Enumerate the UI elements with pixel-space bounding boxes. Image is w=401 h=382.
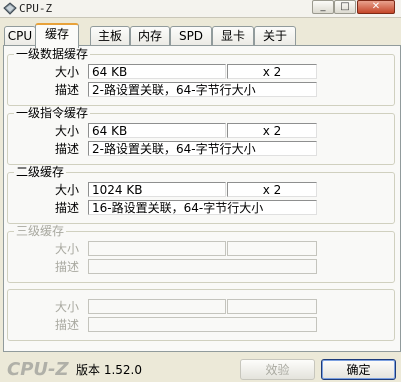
l1d-desc-field: 2-路设置关联，64-字节行大小 (88, 82, 317, 97)
l1d-size-label: 大小 (55, 65, 80, 79)
cpu-z-app-icon (3, 2, 17, 15)
extra-count-field (227, 299, 317, 314)
l2-size-field: 1024 KB (88, 182, 226, 197)
close-button[interactable]: ✕ (357, 0, 395, 14)
l1-data-cache-group (7, 54, 395, 106)
tab-graphics[interactable]: 显卡 (212, 26, 254, 46)
extra-desc-field (88, 317, 317, 332)
window-title: CPU-Z (19, 2, 53, 15)
maximize-button[interactable]: □ (334, 0, 356, 14)
extra-cache-group (7, 289, 395, 341)
l1d-size-field: 64 KB (88, 64, 226, 79)
l3-cache-group (7, 231, 395, 283)
l1d-desc-label: 描述 (55, 83, 80, 97)
l3-desc-label: 描述 (55, 260, 80, 274)
l2-cache-group (7, 172, 395, 224)
extra-size-field (88, 299, 226, 314)
ok-button[interactable]: 确定 (321, 359, 396, 380)
l1-instruction-cache-group (7, 113, 395, 165)
title-bar[interactable]: CPU-Z _ □ ✕ (0, 0, 401, 18)
cpu-z-logo: CPU-Z (7, 359, 69, 380)
l3-size-label: 大小 (55, 242, 80, 256)
l1i-size-field: 64 KB (88, 123, 226, 138)
version-label: 版本 1.52.0 (76, 363, 142, 377)
l1i-count-field: x 2 (227, 123, 317, 138)
l2-size-label: 大小 (55, 183, 80, 197)
minimize-button[interactable]: _ (312, 0, 334, 14)
tab-spd[interactable]: SPD (170, 26, 212, 46)
l1-instruction-cache-title: 一级指令缓存 (14, 106, 91, 120)
extra-desc-label: 描述 (55, 318, 80, 332)
l3-count-field (227, 241, 317, 256)
l2-desc-label: 描述 (55, 201, 80, 215)
extra-size-label: 大小 (55, 300, 80, 314)
tab-about[interactable]: 关于 (254, 26, 296, 46)
tab-cpu[interactable]: CPU (4, 26, 36, 46)
l2-desc-field: 16-路设置关联，64-字节行大小 (88, 200, 317, 215)
l2-count-field: x 2 (227, 182, 317, 197)
l3-cache-title: 三级缓存 (14, 224, 67, 238)
l1d-count-field: x 2 (227, 64, 317, 79)
tab-memory[interactable]: 内存 (130, 26, 170, 46)
l1i-desc-label: 描述 (55, 142, 80, 156)
l3-size-field (88, 241, 226, 256)
tab-mainboard[interactable]: 主板 (90, 26, 130, 46)
l3-desc-field (88, 259, 317, 274)
l2-cache-title: 二级缓存 (14, 165, 67, 179)
l1i-desc-field: 2-路设置关联，64-字节行大小 (88, 141, 317, 156)
validate-button[interactable]: 效验 (240, 359, 315, 380)
l1-data-cache-title: 一级数据缓存 (14, 47, 91, 61)
tab-cache[interactable]: 缓存 (35, 23, 79, 48)
l1i-size-label: 大小 (55, 124, 80, 138)
